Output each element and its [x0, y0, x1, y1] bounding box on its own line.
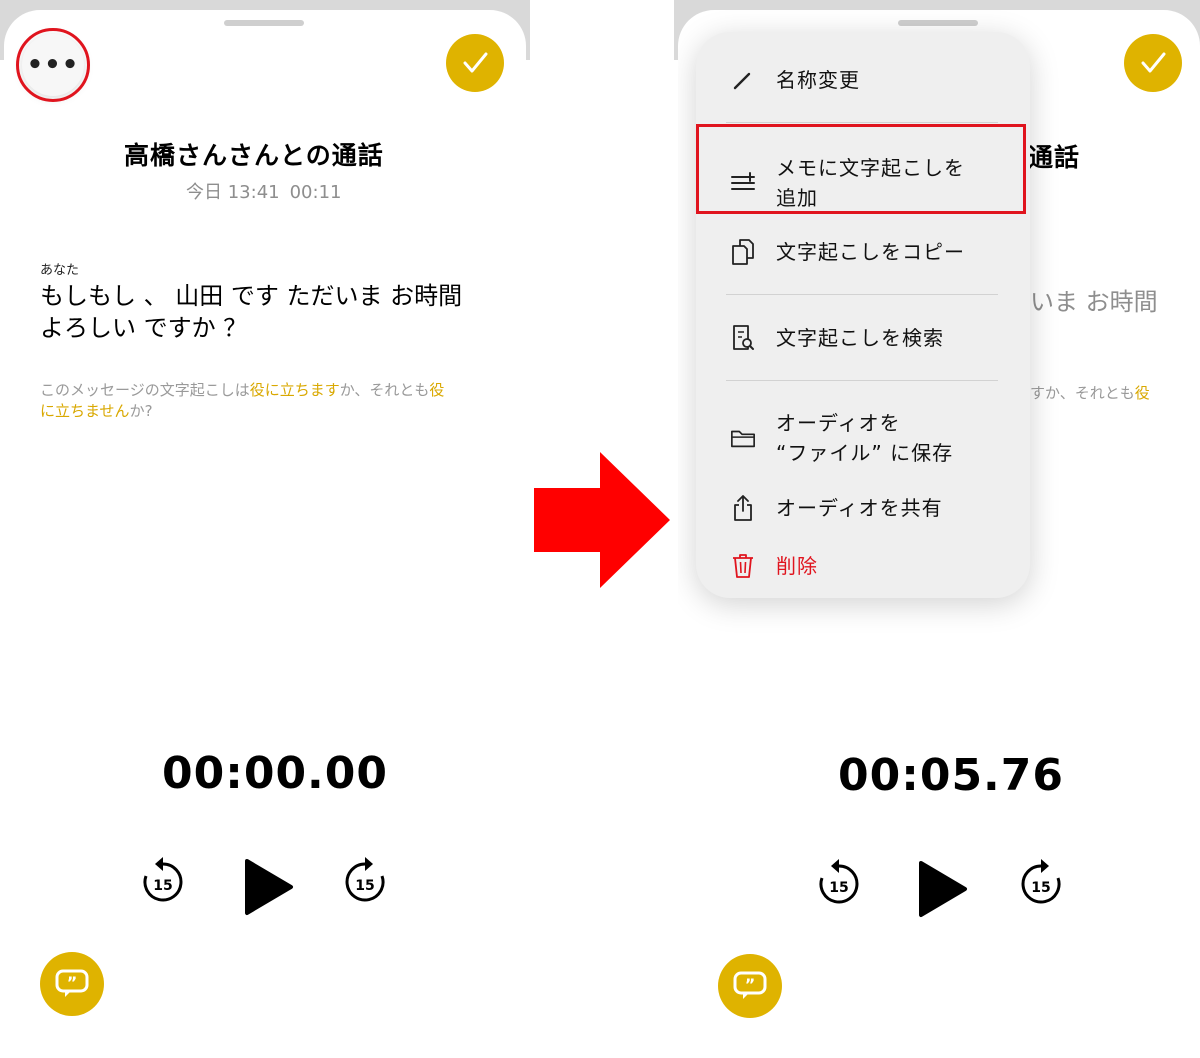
share-icon [730, 495, 756, 521]
feedback-text: か、それとも [339, 381, 430, 399]
transcript-button[interactable]: ” [40, 952, 104, 1016]
transcript-text[interactable]: もしもし 、 山田 です ただいま お時間 よろしい ですか ？ [40, 280, 462, 344]
skip-back-arrowhead [155, 857, 163, 871]
recording-date: 今日 13:41 [186, 182, 280, 203]
skip-forward-arrowhead [1041, 859, 1049, 873]
menu-item-search-transcript[interactable]: 文字起こしを検索 [696, 316, 1030, 360]
menu-item-label-line: “ファイル” に保存 [776, 441, 954, 465]
transcript-button[interactable]: ” [718, 954, 782, 1018]
speaker-label: あなた [40, 263, 80, 278]
more-options-menu: 名称変更 メモに文字起こしを 追加 文字起こしをコピー 文字起こしを検索 オーデ… [696, 32, 1030, 598]
recording-title: 高橋さんさんとの通話 [124, 141, 384, 170]
menu-item-share-audio[interactable]: オーディオを共有 [696, 486, 1030, 530]
feedback-text: すか、それとも [1030, 384, 1135, 402]
quote-bubble-icon: ” [733, 971, 767, 999]
transcript-feedback: このメッセージの文字起こしは役に立ちますか、それとも役に立ちませんか? [40, 380, 490, 422]
menu-item-copy-transcript[interactable]: 文字起こしをコピー [696, 230, 1030, 274]
recording-sheet-left: ••• 高橋さんさんとの通話 今日 13:41 00:11 あなた もしもし 、 … [4, 10, 526, 1058]
sheet-grabber[interactable] [224, 20, 304, 26]
menu-item-label: 文字起こしを検索 [776, 326, 944, 350]
done-button[interactable] [446, 34, 504, 92]
svg-text:”: ” [67, 973, 78, 992]
menu-item-save-to-files[interactable]: オーディオを “ファイル” に保存 [696, 396, 1030, 480]
folder-icon [730, 425, 756, 451]
skip-forward-15-button[interactable]: 15 [342, 856, 388, 906]
skip-forward-label: 15 [355, 878, 374, 894]
skip-forward-arrowhead [365, 857, 373, 871]
transcript-line: よろしい ですか ？ [40, 314, 248, 342]
svg-text:”: ” [745, 975, 756, 994]
menu-item-label: 削除 [776, 554, 818, 578]
not-helpful-link[interactable]: 役 [429, 381, 444, 399]
feedback-peek: すか、それとも役 [1030, 382, 1150, 403]
checkmark-icon [1141, 52, 1166, 73]
feedback-text: このメッセージの文字起こしは [40, 381, 250, 399]
skip-back-label: 15 [153, 878, 172, 894]
done-button[interactable] [1124, 34, 1182, 92]
feedback-text: か? [129, 402, 153, 420]
playback-timer: 00:05.76 [838, 750, 1065, 801]
play-icon [919, 861, 967, 917]
menu-divider [726, 122, 998, 123]
more-button-highlight-circle [16, 28, 90, 102]
transcript-line: もしもし 、 山田 です ただいま お時間 [40, 282, 463, 310]
transcript-peek: いま お時間 [1030, 288, 1158, 316]
menu-divider [726, 380, 998, 381]
recording-meta: 今日 13:41 00:11 [186, 178, 351, 204]
skip-back-15-button[interactable]: 15 [816, 858, 862, 908]
menu-divider [726, 294, 998, 295]
quote-bubble-icon: ” [55, 969, 89, 997]
skip-back-arrowhead [831, 859, 839, 873]
document-search-icon [730, 325, 756, 351]
pencil-icon [730, 67, 756, 93]
copy-document-icon [730, 239, 756, 265]
skip-forward-label: 15 [1031, 880, 1050, 896]
helpful-link[interactable]: 役に立ちます [250, 381, 340, 399]
menu-item-label-line: オーディオを [776, 411, 901, 435]
recording-sheet-right: 通話 いま お時間 すか、それとも役 00:05.76 15 15 ” 名称変更 [678, 10, 1200, 1058]
skip-back-15-button[interactable]: 15 [140, 856, 186, 906]
transition-arrow-icon [534, 452, 670, 588]
menu-item-rename[interactable]: 名称変更 [696, 58, 1030, 102]
skip-forward-15-button[interactable]: 15 [1018, 858, 1064, 908]
menu-item-label: オーディオを “ファイル” に保存 [776, 408, 953, 468]
checkmark-icon [463, 52, 488, 73]
menu-item-label: 名称変更 [776, 68, 860, 92]
play-button[interactable] [916, 860, 968, 918]
play-icon [245, 859, 293, 915]
recording-duration: 00:11 [289, 182, 342, 203]
playback-timer: 00:00.00 [162, 748, 389, 799]
skip-back-label: 15 [829, 880, 848, 896]
menu-item-highlight-box [696, 124, 1026, 214]
menu-item-label: 文字起こしをコピー [776, 240, 965, 264]
menu-item-label: オーディオを共有 [776, 496, 943, 520]
sheet-grabber[interactable] [898, 20, 978, 26]
not-helpful-link[interactable]: 役 [1135, 384, 1150, 402]
not-helpful-link[interactable]: に立ちません [40, 402, 130, 420]
play-button[interactable] [242, 858, 294, 916]
recording-title-peek: 通話 [1028, 143, 1081, 172]
menu-item-delete[interactable]: 削除 [696, 544, 1030, 588]
trash-icon [730, 553, 756, 579]
